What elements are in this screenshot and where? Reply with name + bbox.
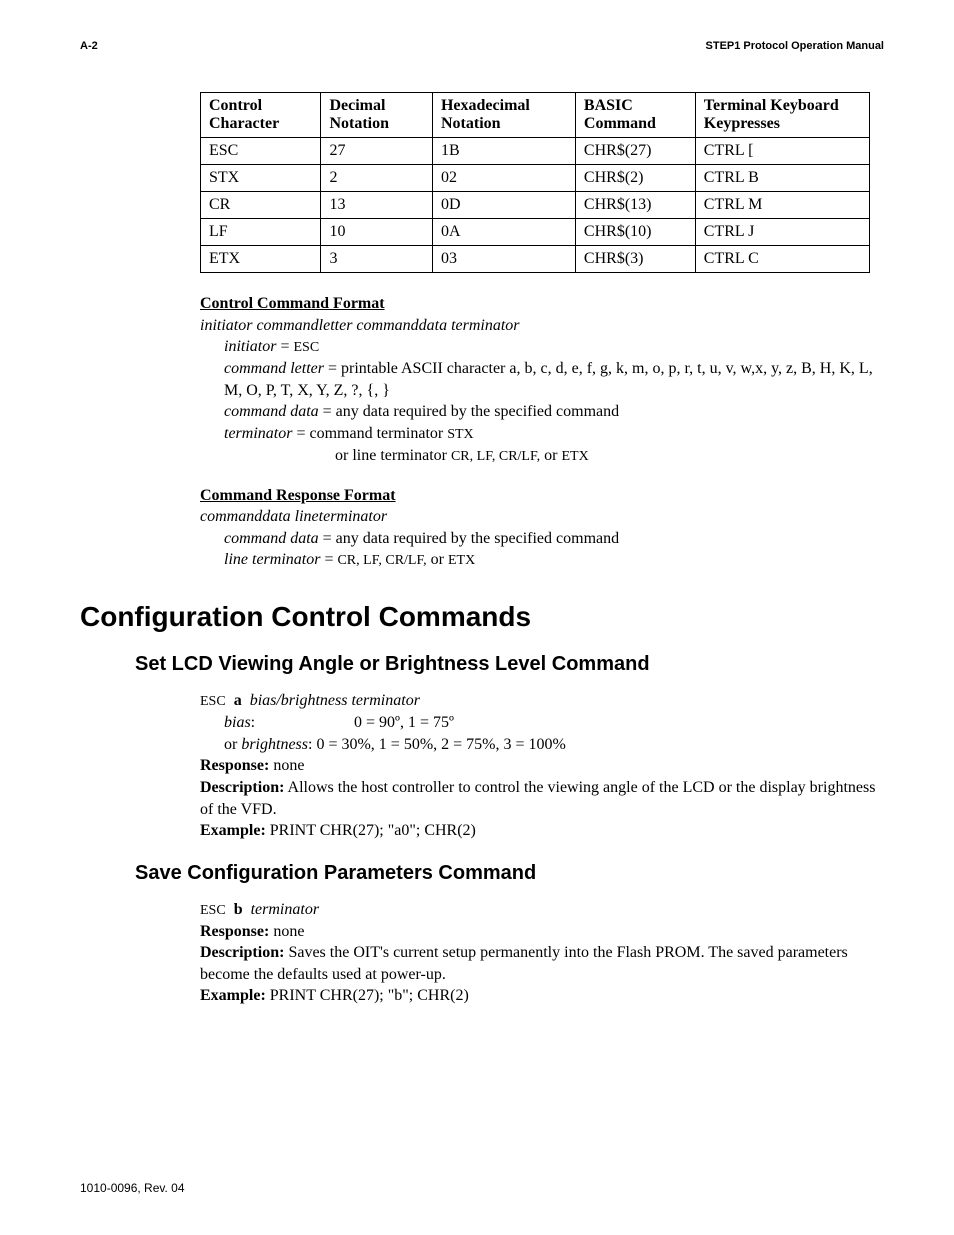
cmd2-letter: b [234, 901, 243, 918]
table-cell: 0D [432, 192, 575, 219]
cmd1-desc-label: Description: [200, 779, 284, 796]
cmd1-bright-vals: : 0 = 30%, 1 = 50%, 2 = 75%, 3 = 100% [308, 736, 566, 753]
cmd1-bias-vals: 0 = 90º, 1 = 75º [354, 712, 454, 734]
cmd2-resp-label: Response: [200, 923, 269, 940]
table-cell: ETX [201, 246, 321, 273]
ccf-term-val1: STX [447, 427, 473, 442]
table-cell: 03 [432, 246, 575, 273]
cmd1-args: bias/brightness terminator [250, 692, 420, 709]
crf-lineterm-eq: = [320, 551, 337, 568]
cmd1-bright-label: brightness [241, 736, 308, 753]
ccf-cmddata-text: = any data required by the specified com… [319, 403, 619, 420]
ccf-term-text3: or [540, 447, 561, 464]
table-cell: 02 [432, 165, 575, 192]
cmd2-desc-text: Saves the OIT's current setup permanentl… [200, 944, 848, 983]
table-cell: CHR$(10) [575, 219, 695, 246]
cmd2-ex-label: Example: [200, 987, 266, 1004]
crf-lineterm-vals: CR, LF, CR/LF, [337, 553, 426, 568]
table-cell: 27 [321, 138, 433, 165]
table-header: Decimal Notation [321, 93, 433, 138]
ccf-cmddata-label: command data [224, 403, 319, 420]
cmd1-resp-label: Response: [200, 757, 269, 774]
table-cell: STX [201, 165, 321, 192]
cmd2-args: terminator [251, 901, 319, 918]
crf-syntax: commanddata lineterminator [200, 506, 884, 528]
table-cell: 1B [432, 138, 575, 165]
table-cell: 13 [321, 192, 433, 219]
command-response-format: Command Response Format commanddata line… [200, 485, 884, 572]
table-row: CR130DCHR$(13)CTRL M [201, 192, 870, 219]
cmd1-ex-label: Example: [200, 822, 266, 839]
table-row: ESC271BCHR$(27)CTRL [ [201, 138, 870, 165]
ccf-title: Control Command Format [200, 295, 385, 312]
ccf-term-val2: CR, LF, CR/LF, [451, 449, 540, 464]
table-cell: CHR$(13) [575, 192, 695, 219]
crf-lineterm-last: ETX [448, 553, 475, 568]
table-cell: CTRL M [695, 192, 869, 219]
crf-cmddata-text: = any data required by the specified com… [319, 530, 619, 547]
cmd1-esc: ESC [200, 694, 226, 709]
cmd2-heading: Save Configuration Parameters Command [135, 862, 884, 885]
ccf-syntax: initiator commandletter commanddata term… [200, 315, 884, 337]
table-row: LF100ACHR$(10)CTRL J [201, 219, 870, 246]
ccf-initiator-eq: = [276, 338, 293, 355]
table-cell: CTRL J [695, 219, 869, 246]
main-heading: Configuration Control Commands [80, 601, 884, 633]
page-header: A-2 STEP1 Protocol Operation Manual [80, 40, 884, 52]
crf-lineterm-or: or [427, 551, 448, 568]
table-cell: 3 [321, 246, 433, 273]
crf-title: Command Response Format [200, 487, 396, 504]
cmd2-desc-label: Description: [200, 944, 284, 961]
table-cell: CTRL C [695, 246, 869, 273]
table-header: Hexadecimal Notation [432, 93, 575, 138]
table-cell: CTRL [ [695, 138, 869, 165]
footer: 1010-0096, Rev. 04 [80, 1181, 185, 1195]
cmd2-resp-val: none [269, 923, 304, 940]
table-cell: 0A [432, 219, 575, 246]
table-row: STX202CHR$(2)CTRL B [201, 165, 870, 192]
table-row: ETX303CHR$(3)CTRL C [201, 246, 870, 273]
table-cell: CHR$(27) [575, 138, 695, 165]
table-cell: CHR$(2) [575, 165, 695, 192]
ccf-term-text1: = command terminator [292, 425, 447, 442]
ccf-cmdletter-label: command letter [224, 360, 324, 377]
cmd1-resp-val: none [269, 757, 304, 774]
table-cell: CR [201, 192, 321, 219]
cmd1-bias-label: bias [224, 714, 251, 731]
table-header: Control Character [201, 93, 321, 138]
cmd2-block: ESC b terminator Response: none Descript… [200, 899, 884, 1007]
control-command-format: Control Command Format initiator command… [200, 293, 884, 467]
ccf-initiator-label: initiator [224, 338, 276, 355]
table-cell: LF [201, 219, 321, 246]
doc-title: STEP1 Protocol Operation Manual [706, 40, 884, 52]
crf-lineterm-label: line terminator [224, 551, 320, 568]
ccf-initiator-val: ESC [293, 340, 319, 355]
ccf-term-text2: or line terminator [335, 447, 451, 464]
cmd1-bias-colon: : [251, 714, 255, 731]
cmd1-block: ESC a bias/brightness terminator bias: 0… [200, 690, 884, 841]
table-header: Terminal Keyboard Keypresses [695, 93, 869, 138]
cmd1-desc-text: Allows the host controller to control th… [200, 779, 875, 818]
ccf-term-val3: ETX [561, 449, 588, 464]
cmd2-esc: ESC [200, 903, 226, 918]
crf-cmddata-label: command data [224, 530, 319, 547]
table-cell: 2 [321, 165, 433, 192]
page-number: A-2 [80, 40, 98, 52]
cmd2-ex-text: PRINT CHR(27); "b"; CHR(2) [266, 987, 469, 1004]
cmd1-letter: a [234, 692, 242, 709]
cmd1-ex-text: PRINT CHR(27); "a0"; CHR(2) [266, 822, 476, 839]
table-cell: 10 [321, 219, 433, 246]
table-cell: ESC [201, 138, 321, 165]
control-char-table: Control CharacterDecimal NotationHexadec… [200, 92, 870, 273]
cmd1-heading: Set LCD Viewing Angle or Brightness Leve… [135, 653, 884, 676]
table-cell: CHR$(3) [575, 246, 695, 273]
ccf-term-label: terminator [224, 425, 292, 442]
table-cell: CTRL B [695, 165, 869, 192]
table-header: BASIC Command [575, 93, 695, 138]
cmd1-bright-or: or [224, 736, 241, 753]
